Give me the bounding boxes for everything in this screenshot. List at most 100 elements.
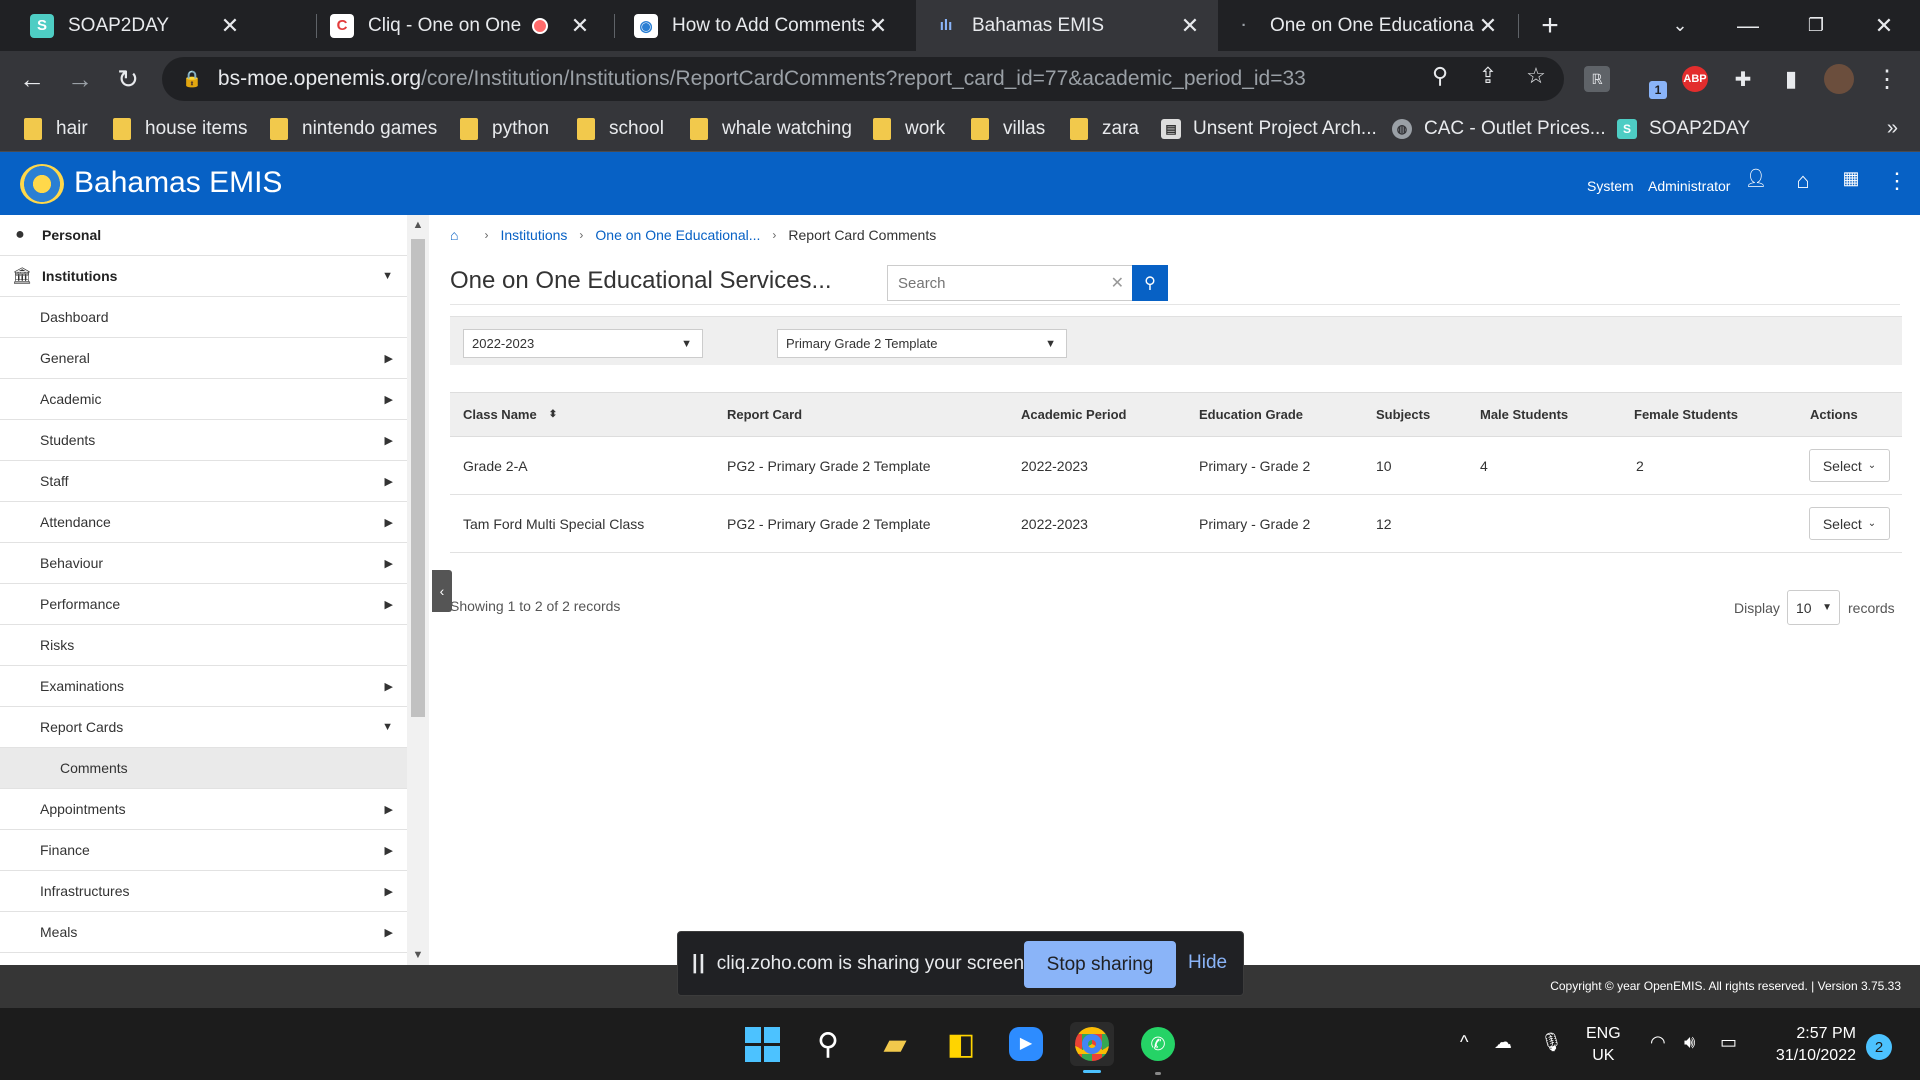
sidebar-item-behaviour[interactable]: Behaviour ▶ — [0, 543, 407, 584]
tab-close-icon[interactable]: ✕ — [1474, 13, 1502, 39]
scrollbar-thumb[interactable] — [411, 239, 425, 717]
minimize-icon[interactable]: — — [1718, 0, 1778, 51]
home-icon[interactable]: ⌂ — [450, 227, 458, 243]
academic-period-select[interactable]: 2022-2023 ▼ — [463, 329, 703, 358]
sidebar-item-dashboard[interactable]: Dashboard — [0, 297, 407, 338]
select-action-button[interactable]: Select ⌄ — [1809, 507, 1890, 540]
sidebar-item-institutions[interactable]: 🏛︎ Institutions ▼ — [0, 256, 407, 297]
extensions-puzzle-icon[interactable]: ✚ — [1728, 64, 1758, 94]
tab-how-to-add-comments[interactable]: ◉ How to Add Comments T ✕ — [616, 0, 906, 51]
home-icon[interactable]: ⌂ — [1788, 168, 1818, 194]
tab-search-chevron-icon[interactable]: ⌄ — [1650, 0, 1710, 51]
emis-logo[interactable] — [20, 164, 64, 204]
file-explorer-icon[interactable]: ▰ — [873, 1022, 917, 1066]
new-tab-button[interactable]: + — [1534, 0, 1566, 51]
microphone-icon[interactable]: 🎙︎ — [1540, 1032, 1563, 1053]
stop-sharing-button[interactable]: Stop sharing — [1024, 941, 1176, 988]
select-action-button[interactable]: Select ⌄ — [1809, 449, 1890, 482]
sidebar-item-personal[interactable]: ● Personal — [0, 215, 407, 256]
onedrive-cloud-icon[interactable]: ☁ — [1494, 1032, 1512, 1053]
bookmark-folder[interactable]: nintendo games — [270, 107, 437, 151]
bookmark-folder[interactable]: villas — [971, 107, 1045, 151]
back-arrow-icon[interactable]: ← — [14, 61, 50, 97]
bookmark-star-icon[interactable]: ☆ — [1520, 63, 1552, 89]
show-hidden-icons-chevron-icon[interactable]: ^ — [1460, 1032, 1468, 1053]
sidebar-collapse-button[interactable]: ‹ — [432, 570, 452, 612]
tab-cliq[interactable]: C Cliq - One on One ✕ — [318, 0, 608, 51]
bookmark-folder[interactable]: work — [873, 107, 945, 151]
bookmark-folder[interactable]: zara — [1070, 107, 1139, 151]
notification-badge[interactable]: 2 — [1866, 1034, 1892, 1060]
breadcrumb-institutions[interactable]: Institutions — [500, 227, 567, 243]
tab-soap2day[interactable]: S SOAP2DAY ✕ — [0, 0, 258, 51]
chrome-app-icon[interactable] — [1070, 1022, 1114, 1066]
sidebar-item-finance[interactable]: Finance ▶ — [0, 830, 407, 871]
header-class-name[interactable]: Class Name ⬍ — [463, 393, 557, 436]
system-clock[interactable]: 2:57 PM 31/10/2022 — [1766, 1023, 1856, 1067]
tab-bahamas-emis[interactable]: ılı Bahamas EMIS ✕ — [916, 0, 1218, 51]
bookmark-folder[interactable]: house items — [113, 107, 247, 151]
chrome-menu-icon[interactable]: ⋮ — [1872, 64, 1902, 94]
bookmark-folder[interactable]: school — [577, 107, 664, 151]
sidebar-item-meals[interactable]: Meals ▶ — [0, 912, 407, 953]
hide-button[interactable]: Hide — [1188, 952, 1227, 974]
profile-avatar[interactable] — [1824, 64, 1854, 94]
bookmark-site[interactable]: ▤ Unsent Project Arch... — [1161, 107, 1377, 151]
tab-close-icon[interactable]: ✕ — [566, 13, 594, 39]
template-select[interactable]: Primary Grade 2 Template ▼ — [777, 329, 1067, 358]
scroll-up-icon[interactable]: ▲ — [407, 219, 429, 231]
tab-close-icon[interactable]: ✕ — [1176, 13, 1204, 39]
more-vertical-icon[interactable]: ⋮ — [1882, 168, 1912, 194]
start-button[interactable] — [740, 1022, 784, 1066]
search-icon[interactable]: ⚲ — [806, 1022, 850, 1066]
tab-one-on-one-educational[interactable]: · One on One Educational S ✕ — [1220, 0, 1516, 51]
sidebar-item-comments[interactable]: Comments — [0, 748, 407, 789]
zoom-app-icon[interactable]: ▶ — [1004, 1022, 1048, 1066]
sidebar-item-infrastructures[interactable]: Infrastructures ▶ — [0, 871, 407, 912]
language-indicator[interactable]: ENG UK — [1586, 1023, 1621, 1067]
drag-handle-icon[interactable]: | | — [692, 952, 705, 975]
tab-close-icon[interactable]: ✕ — [864, 13, 892, 39]
extension-icon[interactable]: ℝ — [1584, 66, 1610, 92]
bookmarks-overflow-icon[interactable]: » — [1887, 117, 1898, 140]
search-button[interactable]: ⚲ — [1132, 265, 1168, 301]
records-per-page-select[interactable]: 10 ▼ — [1787, 590, 1840, 625]
close-window-icon[interactable]: ✕ — [1854, 0, 1914, 51]
tab-close-icon[interactable]: ✕ — [216, 13, 244, 39]
clear-icon[interactable]: ✕ — [1111, 273, 1124, 293]
wifi-icon[interactable]: ◠ — [1650, 1032, 1666, 1053]
side-panel-icon[interactable]: ▮ — [1776, 64, 1806, 94]
restore-icon[interactable]: ❐ — [1786, 0, 1846, 51]
bookmark-folder[interactable]: hair — [24, 107, 88, 151]
sidebar-scrollbar[interactable]: ▲ ▼ — [407, 215, 429, 965]
search-input[interactable] — [898, 274, 1098, 292]
sidebar-item-report-cards[interactable]: Report Cards ▼ — [0, 707, 407, 748]
bookmark-site[interactable]: S SOAP2DAY — [1617, 107, 1750, 151]
user-icon[interactable]: 👤︎ — [1741, 168, 1771, 189]
apps-grid-icon[interactable]: ▦ — [1836, 168, 1866, 189]
sidebar-item-general[interactable]: General ▶ — [0, 338, 407, 379]
scroll-down-icon[interactable]: ▼ — [407, 949, 429, 961]
sticky-notes-icon[interactable]: ◧ — [939, 1022, 983, 1066]
app-title[interactable]: Bahamas EMIS — [74, 166, 282, 200]
breadcrumb-institution[interactable]: One on One Educational... — [595, 227, 760, 243]
bookmark-folder[interactable]: whale watching — [690, 107, 852, 151]
whatsapp-app-icon[interactable]: ✆ — [1136, 1022, 1180, 1066]
sort-icon[interactable]: ⬍ — [549, 409, 557, 420]
volume-icon[interactable]: 🔊︎ — [1684, 1032, 1695, 1053]
sidebar-item-staff[interactable]: Staff ▶ — [0, 461, 407, 502]
sidebar-item-risks[interactable]: Risks — [0, 625, 407, 666]
adblock-plus-icon[interactable]: ABP — [1682, 66, 1708, 92]
forward-arrow-icon[interactable]: → — [62, 61, 98, 97]
bookmark-site[interactable]: ◍ CAC - Outlet Prices... — [1392, 107, 1606, 151]
sidebar-item-students[interactable]: Students ▶ — [0, 420, 407, 461]
sidebar-item-academic[interactable]: Academic ▶ — [0, 379, 407, 420]
reload-icon[interactable]: ↻ — [110, 61, 146, 97]
address-bar[interactable]: 🔒 bs-moe.openemis.org/core/Institution/I… — [162, 57, 1564, 101]
zoom-icon[interactable]: ⚲ — [1424, 63, 1456, 89]
share-icon[interactable]: ⇪ — [1472, 63, 1504, 89]
extension-badge-count[interactable]: 1 — [1649, 81, 1667, 99]
bookmark-folder[interactable]: python — [460, 107, 549, 151]
sidebar-item-examinations[interactable]: Examinations ▶ — [0, 666, 407, 707]
sidebar-item-performance[interactable]: Performance ▶ — [0, 584, 407, 625]
